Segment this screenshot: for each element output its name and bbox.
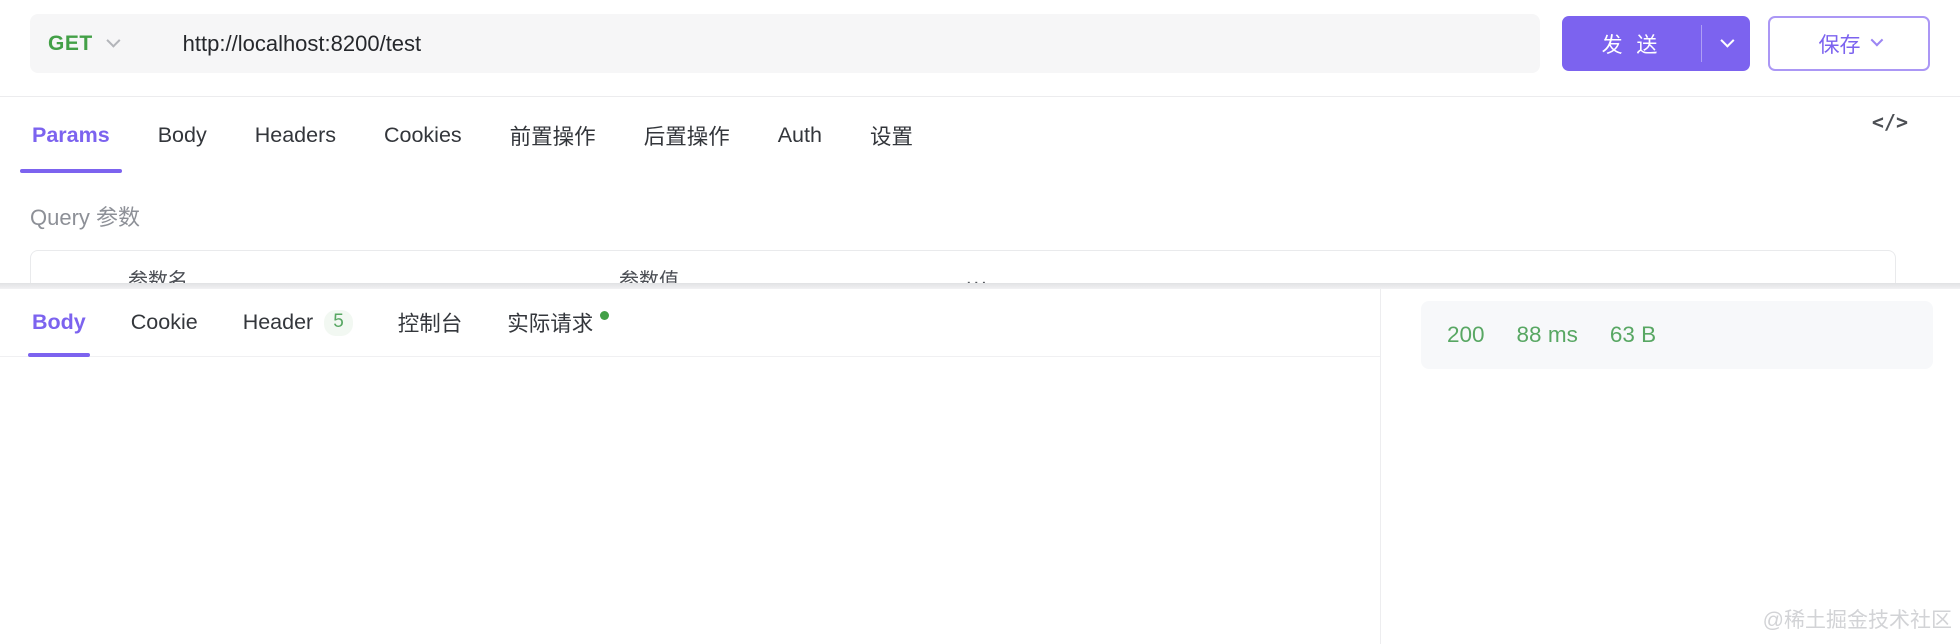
response-tab-actual-request[interactable]: 实际请求 bbox=[507, 289, 610, 357]
response-tab-body[interactable]: Body bbox=[28, 289, 90, 357]
query-table-header: 参数名 参数值 bbox=[31, 251, 1895, 284]
response-meta-panel: 200 88 ms 63 B bbox=[1380, 289, 1960, 644]
query-params-table: 参数名 参数值 ... bbox=[30, 250, 1896, 284]
response-panel: BodyCookieHeader5控制台实际请求 PrettyRawPrevie… bbox=[0, 289, 1380, 644]
tab-auth[interactable]: Auth bbox=[778, 97, 822, 173]
tab-params[interactable]: Params bbox=[20, 97, 122, 173]
query-params-title: Query 参数 bbox=[30, 205, 141, 230]
header-count-badge: 5 bbox=[324, 309, 353, 336]
method-chevron-down-icon[interactable] bbox=[106, 33, 121, 48]
send-button[interactable]: 发 送 bbox=[1562, 16, 1750, 71]
response-tab-label: Cookie bbox=[130, 310, 198, 334]
chevron-down-icon bbox=[1870, 33, 1883, 47]
save-button[interactable]: 保存 bbox=[1768, 16, 1930, 71]
tab-headers[interactable]: Headers bbox=[255, 97, 336, 173]
column-header-value: 参数值 bbox=[619, 270, 679, 284]
response-tabs: Body Cookie Header 5 控制台 实际请求 bbox=[0, 289, 1380, 357]
response-time: 88 ms bbox=[1516, 322, 1578, 347]
url-bar: GET http://localhost:8200/test bbox=[30, 14, 1540, 73]
response-tab-header[interactable]: Header 5 bbox=[243, 289, 353, 357]
watermark: @稀土掘金技术社区 bbox=[1762, 609, 1952, 632]
tab-pre-ops[interactable]: 前置操作 bbox=[510, 97, 596, 173]
response-tab-console[interactable]: 控制台 bbox=[398, 289, 463, 357]
api-client-window: GET http://localhost:8200/test 发 送 保存 Pa… bbox=[0, 0, 1960, 644]
response-tab-label: Header bbox=[242, 310, 314, 334]
tab-body[interactable]: Body bbox=[158, 97, 207, 173]
green-status-dot bbox=[600, 311, 610, 320]
response-tab-label: 实际请求 bbox=[507, 312, 594, 336]
tab-cookies[interactable]: Cookies bbox=[384, 97, 462, 173]
request-tabs: Params Body Headers Cookies 前置操作 后置操作 Auth 设置 bbox=[20, 97, 913, 173]
tab-settings[interactable]: 设置 bbox=[870, 97, 913, 173]
response-tab-cookie[interactable]: Cookie bbox=[131, 289, 198, 357]
response-status-box: 200 88 ms 63 B bbox=[1421, 301, 1933, 369]
code-snippet-icon[interactable]: </> bbox=[1872, 110, 1908, 134]
response-tab-label: 控制台 bbox=[397, 312, 463, 336]
more-columns-button[interactable]: ... bbox=[966, 267, 989, 284]
send-button-label: 发 送 bbox=[1601, 33, 1662, 57]
column-header-name: 参数名 bbox=[128, 270, 188, 284]
tab-post-ops[interactable]: 后置操作 bbox=[644, 97, 730, 173]
save-button-label: 保存 bbox=[1818, 33, 1861, 57]
chevron-down-icon bbox=[1720, 33, 1735, 48]
response-tab-label: Body bbox=[32, 310, 86, 334]
method-selector[interactable]: GET bbox=[48, 32, 93, 56]
send-options-button[interactable] bbox=[1702, 16, 1750, 71]
status-code: 200 bbox=[1447, 322, 1485, 347]
response-size: 63 B bbox=[1609, 322, 1657, 347]
url-input[interactable]: http://localhost:8200/test bbox=[183, 31, 422, 57]
